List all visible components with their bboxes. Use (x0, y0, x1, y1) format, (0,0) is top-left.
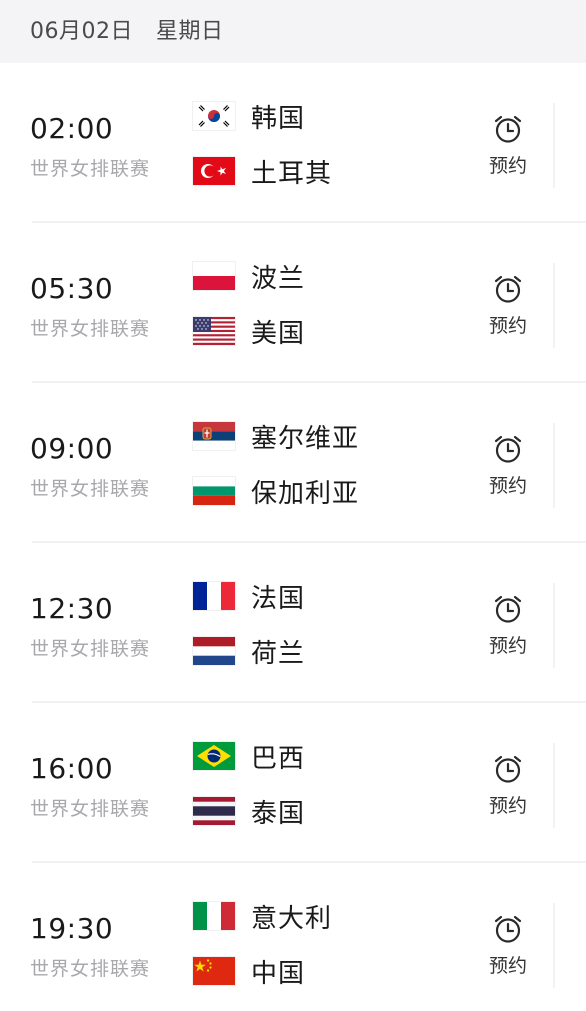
china-flag-icon (193, 957, 235, 985)
divider (553, 103, 555, 188)
reserve-label: 预约 (488, 475, 527, 497)
alarm-clock-icon (492, 593, 524, 625)
home-team-name: 意大利 (251, 904, 333, 934)
match-row[interactable]: 09:00 世界女排联赛 塞尔维亚 保加利亚 预约 (0, 383, 586, 543)
away-team: 中国 (193, 951, 463, 991)
home-team: 韩国 (193, 96, 463, 136)
match-league: 世界女排联赛 (30, 318, 151, 340)
away-team: 土耳其 (193, 151, 463, 191)
match-league: 世界女排联赛 (30, 158, 151, 180)
away-team-name: 土耳其 (251, 159, 333, 189)
away-team: 保加利亚 (193, 471, 463, 511)
away-team-name: 中国 (251, 959, 306, 989)
home-team-name: 韩国 (251, 104, 306, 134)
match-list: 02:00 世界女排联赛 韩国 土耳其 预约 05:30 世界女排联赛 波兰 美… (0, 63, 586, 1011)
home-team-name: 法国 (251, 584, 306, 614)
match-league: 世界女排联赛 (30, 638, 151, 660)
alarm-clock-icon (492, 753, 524, 785)
away-team: 荷兰 (193, 631, 463, 671)
italy-flag-icon (193, 902, 235, 930)
match-row[interactable]: 05:30 世界女排联赛 波兰 美国 预约 (0, 223, 586, 383)
turkey-flag-icon (193, 157, 235, 185)
home-team: 塞尔维亚 (193, 416, 463, 456)
reserve-label: 预约 (488, 155, 527, 177)
home-team: 波兰 (193, 256, 463, 296)
divider (553, 423, 555, 508)
away-team: 美国 (193, 311, 463, 351)
match-time: 02:00 (30, 112, 114, 145)
alarm-clock-icon (492, 113, 524, 145)
away-team-name: 泰国 (251, 799, 306, 829)
korea-flag-icon (193, 102, 235, 130)
away-team-name: 荷兰 (251, 639, 306, 669)
match-league: 世界女排联赛 (30, 958, 151, 980)
home-team: 意大利 (193, 896, 463, 936)
match-time: 12:30 (30, 592, 114, 625)
weekday-label: 星期日 (156, 19, 224, 44)
divider (553, 743, 555, 828)
divider (553, 903, 555, 988)
match-row[interactable]: 16:00 世界女排联赛 巴西 泰国 预约 (0, 703, 586, 863)
reserve-button[interactable]: 预约 (484, 593, 532, 663)
match-league: 世界女排联赛 (30, 478, 151, 500)
serbia-flag-icon (193, 422, 235, 450)
home-team: 法国 (193, 576, 463, 616)
reserve-label: 预约 (488, 635, 527, 657)
match-row[interactable]: 02:00 世界女排联赛 韩国 土耳其 预约 (0, 63, 586, 223)
away-team-name: 美国 (251, 319, 306, 349)
match-time: 05:30 (30, 272, 114, 305)
match-time: 16:00 (30, 752, 114, 785)
away-team-name: 保加利亚 (251, 479, 360, 509)
reserve-button[interactable]: 预约 (484, 433, 532, 503)
brazil-flag-icon (193, 742, 235, 770)
reserve-button[interactable]: 预约 (484, 913, 532, 983)
home-team: 巴西 (193, 736, 463, 776)
divider (553, 263, 555, 348)
reserve-button[interactable]: 预约 (484, 113, 532, 183)
match-row[interactable]: 12:30 世界女排联赛 法国 荷兰 预约 (0, 543, 586, 703)
alarm-clock-icon (492, 913, 524, 945)
match-league: 世界女排联赛 (30, 798, 151, 820)
alarm-clock-icon (492, 433, 524, 465)
netherlands-flag-icon (193, 637, 235, 665)
date-header: 06月02日 星期日 (0, 0, 586, 63)
date-label: 06月02日 (30, 19, 133, 44)
thailand-flag-icon (193, 797, 235, 825)
match-time: 19:30 (30, 912, 114, 945)
home-team-name: 波兰 (251, 264, 306, 294)
reserve-button[interactable]: 预约 (484, 273, 532, 343)
match-row[interactable]: 19:30 世界女排联赛 意大利 中国 预约 (0, 863, 586, 1011)
reserve-label: 预约 (488, 955, 527, 977)
reserve-label: 预约 (488, 315, 527, 337)
match-time: 09:00 (30, 432, 114, 465)
home-team-name: 塞尔维亚 (251, 424, 360, 454)
reserve-label: 预约 (488, 795, 527, 817)
poland-flag-icon (193, 262, 235, 290)
alarm-clock-icon (492, 273, 524, 305)
bulgaria-flag-icon (193, 477, 235, 505)
france-flag-icon (193, 582, 235, 610)
home-team-name: 巴西 (251, 744, 306, 774)
away-team: 泰国 (193, 791, 463, 831)
divider (553, 583, 555, 668)
usa-flag-icon (193, 317, 235, 345)
reserve-button[interactable]: 预约 (484, 753, 532, 823)
